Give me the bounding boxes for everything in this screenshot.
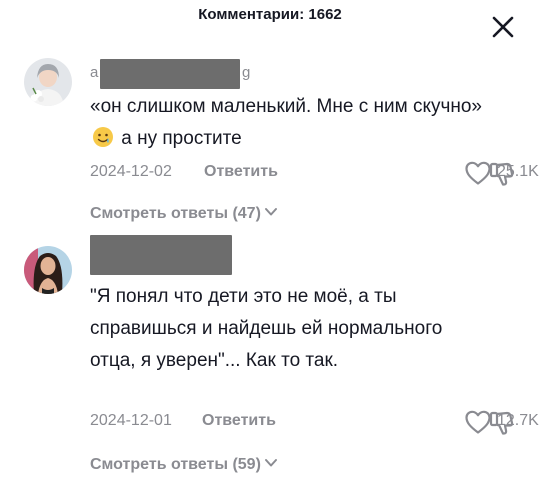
comment-text-part: «он слишком маленький. Мне с ним скучно» [90, 96, 482, 117]
comment-date: 2024-12-02 [90, 163, 172, 180]
username-redaction [90, 235, 232, 275]
avatar[interactable] [24, 58, 72, 106]
avatar[interactable] [24, 246, 72, 294]
username-redaction [100, 59, 240, 89]
thumbs-down-icon[interactable] [488, 409, 516, 437]
thumbs-down-icon[interactable] [488, 160, 516, 188]
username-visible-end: g [242, 64, 251, 81]
username-visible-start: a [90, 64, 99, 81]
view-replies-label: Смотреть ответы (59) [90, 456, 261, 473]
comment-item: "Я понял что дети это не моё, а ты справ… [0, 235, 540, 485]
comment-date: 2024-12-01 [90, 412, 172, 429]
reply-button[interactable]: Ответить [204, 163, 278, 181]
close-button[interactable] [488, 12, 518, 42]
comments-count-title: Комментарии: 1662 [198, 6, 342, 23]
view-replies-label: Смотреть ответы (47) [90, 205, 261, 222]
pleading-smile-emoji [93, 127, 113, 147]
close-icon [492, 16, 514, 38]
view-replies-button[interactable]: Смотреть ответы (59) [90, 456, 278, 474]
reply-button[interactable]: Ответить [202, 412, 276, 430]
comment-text: "Я понял что дети это не моё, а ты справ… [90, 286, 443, 371]
chevron-down-icon [264, 208, 277, 216]
chevron-down-icon [264, 459, 277, 467]
comments-header: Комментарии: 1662 [0, 0, 540, 40]
comment-meta: 2024-12-02 Ответить 25.1K [90, 159, 539, 188]
view-replies-button[interactable]: Смотреть ответы (47) [90, 205, 278, 223]
comment-item: a g «он слишком маленький. Мне с ним ску… [0, 55, 540, 235]
comment-text-part: а ну простите [121, 128, 242, 149]
comment-text: «он слишком маленький. Мне с ним скучно»… [90, 91, 490, 155]
comment-meta: 2024-12-01 Ответить 12.7K [90, 408, 539, 437]
